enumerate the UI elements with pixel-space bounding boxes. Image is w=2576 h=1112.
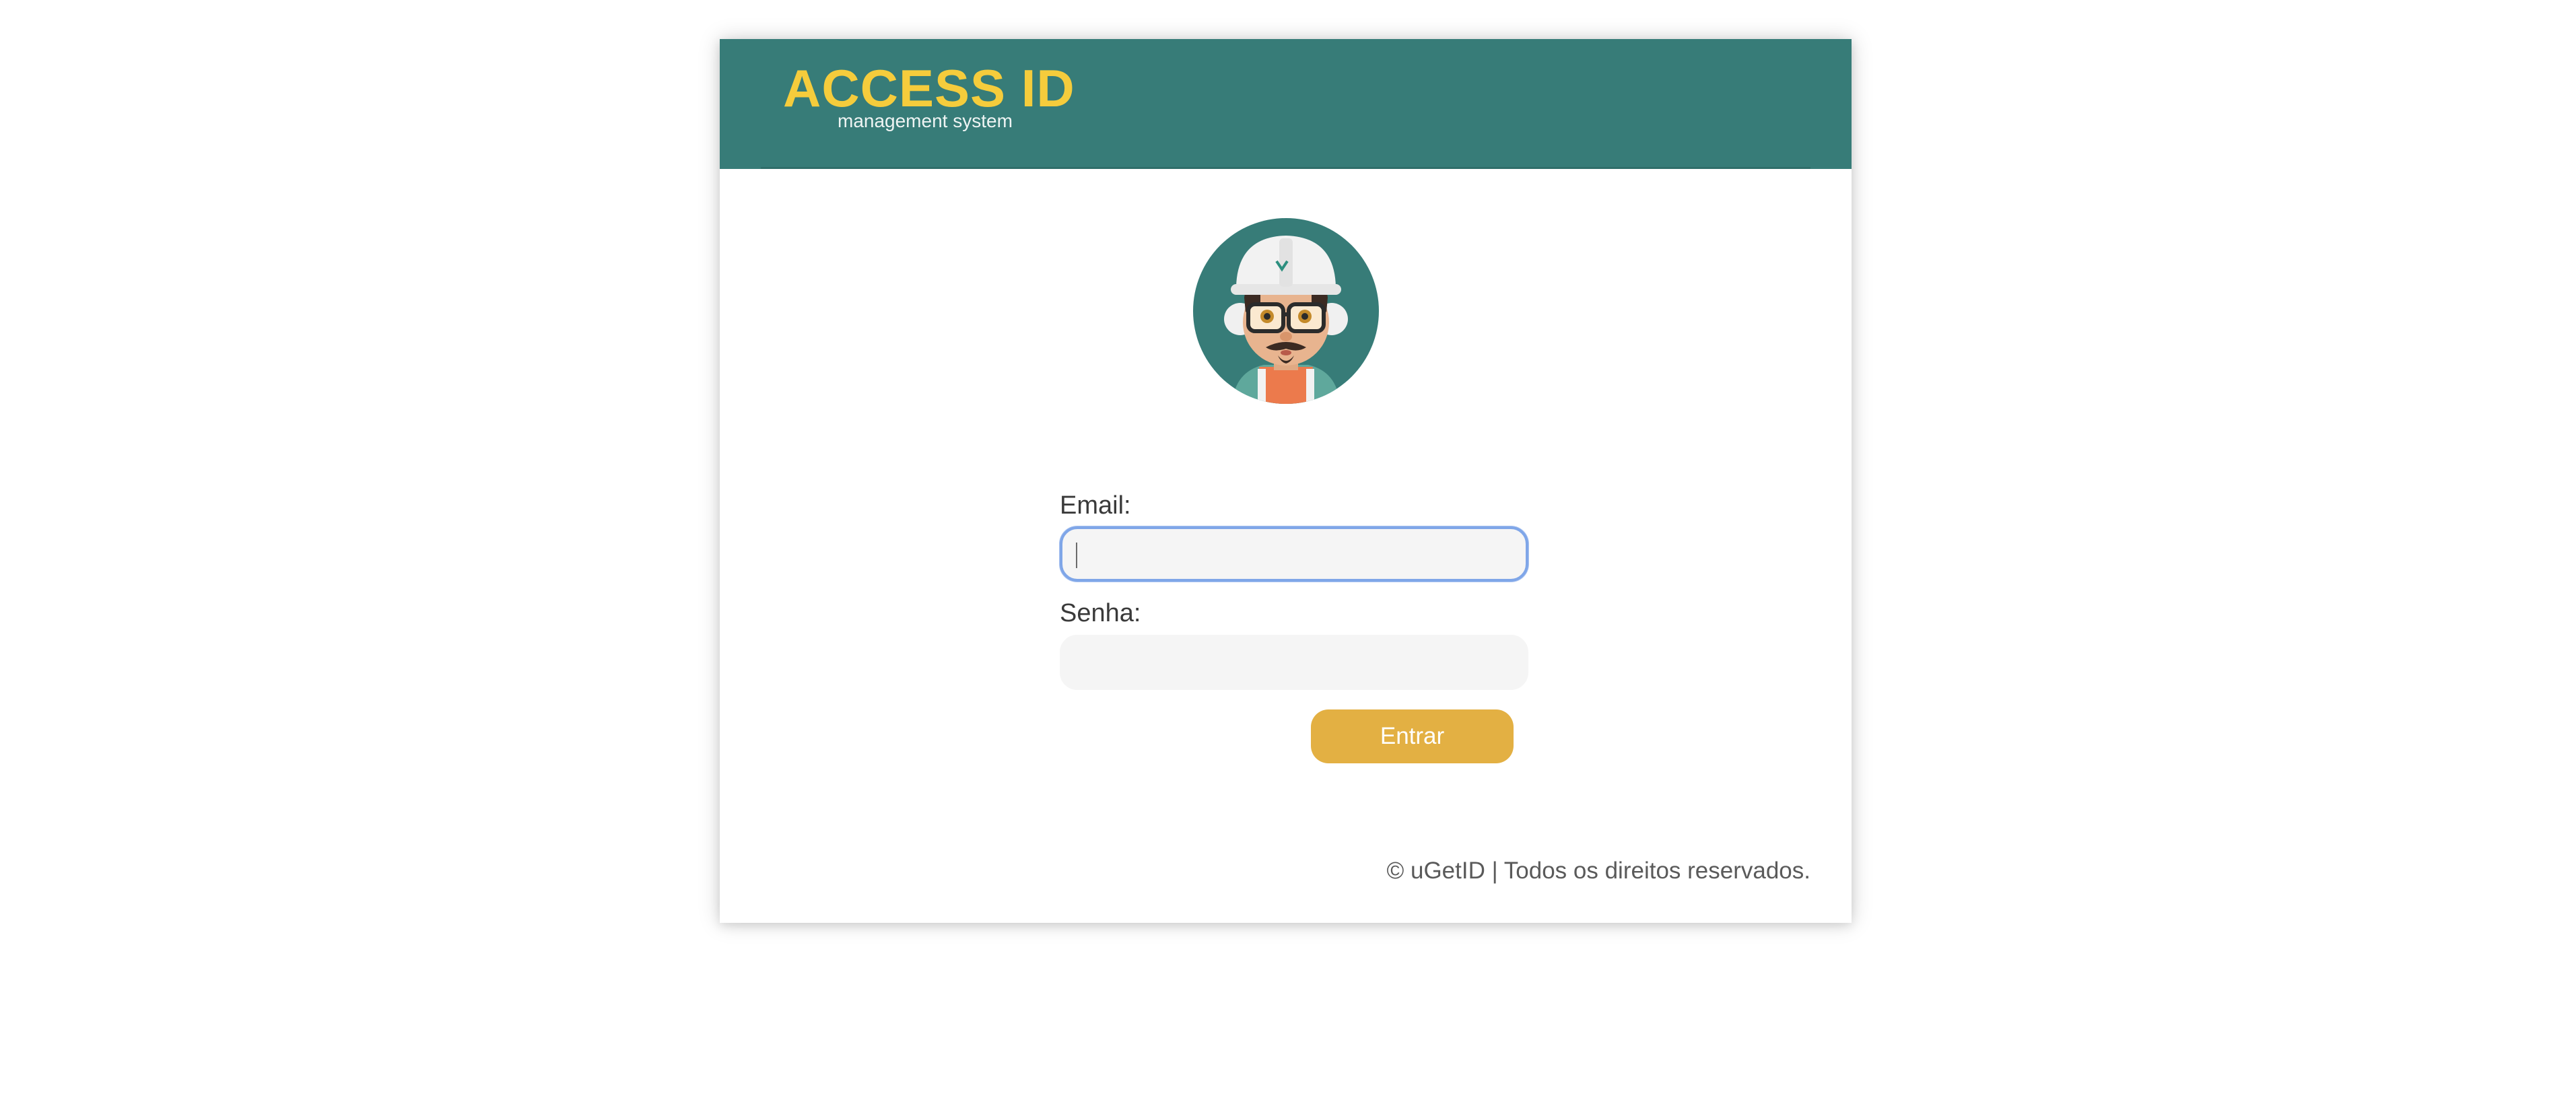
header-divider [761, 167, 1810, 169]
password-label: Senha: [1060, 599, 1141, 627]
worker-avatar-icon [1193, 218, 1379, 404]
email-label: Email: [1060, 491, 1131, 520]
password-field[interactable] [1060, 635, 1528, 690]
logo-subtitle: management system [838, 110, 1013, 131]
login-card: ACCESS ID management system Email: Senha… [720, 39, 1852, 923]
copyright-footer: © uGetID | Todos os direitos reservados. [1386, 858, 1810, 884]
text-caret [1076, 543, 1077, 568]
email-field[interactable] [1060, 526, 1528, 582]
app-header: ACCESS ID management system [720, 39, 1852, 169]
logo-title: ACCESS ID [783, 59, 1075, 118]
login-button[interactable]: Entrar [1311, 709, 1514, 763]
